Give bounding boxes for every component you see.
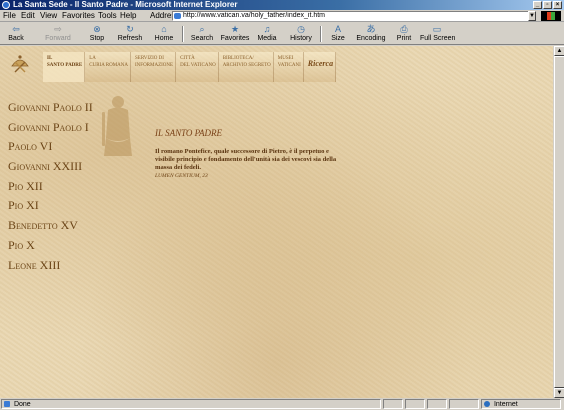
maximize-button[interactable]: ▫ [543, 1, 552, 9]
status-cell-empty [449, 399, 479, 409]
nav-tab-servizio-informazione[interactable]: Servizio di Informazione [131, 52, 177, 82]
title-bar: La Santa Sede - Il Santo Padre - Microso… [0, 0, 564, 10]
address-dropdown-button[interactable]: ▼ [528, 11, 536, 21]
menu-help[interactable]: Help [120, 10, 136, 22]
pope-link-leone-xiii[interactable]: Leone XIII [8, 258, 93, 278]
forward-button[interactable]: ⇨ Forward [42, 24, 74, 44]
security-zone-cell: Internet [481, 399, 561, 409]
toolbar-separator [182, 26, 184, 42]
print-button[interactable]: ⎙ Print [394, 24, 414, 44]
full-screen-button[interactable]: ▭ Full Screen [420, 24, 455, 44]
status-cell-empty [383, 399, 403, 409]
minimize-button[interactable]: _ [533, 1, 542, 9]
window-controls: _ ▫ × [533, 1, 562, 9]
history-icon: ◷ [297, 24, 305, 34]
ie-icon [2, 1, 10, 9]
scroll-thumb[interactable] [554, 56, 564, 388]
nav-tab-musei-vaticani[interactable]: Musei Vaticani [273, 52, 304, 82]
menu-favorites[interactable]: Favorites [62, 10, 95, 22]
status-cell-empty [405, 399, 425, 409]
nav-tab-biblioteca-archivio[interactable]: Biblioteca/ Archivio segreto [218, 52, 274, 82]
address-input[interactable]: http://www.vatican.va/holy_father/index_… [172, 11, 536, 21]
vertical-scrollbar[interactable]: ▲ ▼ [553, 46, 564, 398]
media-button[interactable]: ♫ Media [256, 24, 278, 44]
print-icon: ⎙ [400, 24, 408, 34]
windows-logo-icon [541, 11, 561, 21]
status-text-cell: Done [1, 399, 381, 409]
pope-list: Giovanni Paolo II Giovanni Paolo I Paolo… [8, 100, 93, 277]
page-done-icon [4, 401, 10, 408]
menu-tools[interactable]: Tools [98, 10, 117, 22]
back-button[interactable]: ⇦ Back [2, 24, 30, 44]
saint-peter-statue-image [102, 96, 132, 156]
standard-toolbar: ⇦ Back ⇨ Forward ⊗ Stop ↻ Refresh ⌂ Home… [0, 23, 564, 45]
pope-link-giovanni-paolo-ii[interactable]: Giovanni Paolo II [8, 100, 93, 120]
pope-link-pio-x[interactable]: Pio X [8, 238, 93, 258]
encoding-button[interactable]: あ Encoding [356, 24, 386, 44]
encoding-icon: あ [366, 24, 376, 34]
favorites-button[interactable]: ★ Favorites [220, 24, 250, 44]
scroll-up-button[interactable]: ▲ [554, 46, 564, 56]
home-button[interactable]: ⌂ Home [152, 24, 176, 44]
menu-view[interactable]: View [40, 10, 57, 22]
page-title: IL SANTO PADRE [155, 128, 223, 138]
vatican-seal-icon[interactable] [6, 52, 34, 76]
quote-source: LUMEN GENTIUM, 23 [155, 173, 208, 179]
nav-tab-ricerca[interactable]: Ricerca [303, 52, 337, 82]
home-icon: ⌂ [161, 24, 167, 34]
text-size-icon: A [334, 24, 341, 34]
pope-link-paolo-vi[interactable]: Paolo VI [8, 139, 93, 159]
pope-link-giovanni-xxiii[interactable]: Giovanni XXIII [8, 159, 93, 179]
refresh-icon: ↻ [126, 24, 134, 34]
nav-tab-curia-romana[interactable]: La Curia Romana [85, 52, 132, 82]
stop-button[interactable]: ⊗ Stop [86, 24, 108, 44]
window-title: La Santa Sede - Il Santo Padre - Microso… [13, 0, 238, 9]
search-button[interactable]: ⌕ Search [188, 24, 216, 44]
toolbar-separator [320, 26, 322, 42]
menu-bar: File Edit View Favorites Tools Help Addr… [0, 10, 564, 22]
back-arrow-icon: ⇦ [12, 24, 20, 34]
menu-edit[interactable]: Edit [21, 10, 35, 22]
pope-link-benedetto-xv[interactable]: Benedetto XV [8, 218, 93, 238]
nav-tab-citta-vaticano[interactable]: Città del Vaticano [176, 52, 219, 82]
status-text: Done [13, 401, 31, 408]
nav-tab-santo-padre[interactable]: Il Santo Padre [43, 52, 86, 82]
close-button[interactable]: × [553, 1, 562, 9]
scroll-down-button[interactable]: ▼ [554, 388, 564, 398]
search-icon: ⌕ [199, 24, 205, 34]
status-cell-empty [427, 399, 447, 409]
favorites-star-icon: ★ [230, 24, 240, 34]
site-nav: Il Santo Padre La Curia Romana Servizio … [43, 52, 337, 82]
internet-globe-icon [484, 401, 490, 408]
status-bar: Done Internet [0, 398, 564, 410]
menu-file[interactable]: File [3, 10, 16, 22]
page-content: Il Santo Padre La Curia Romana Servizio … [0, 46, 553, 398]
security-zone: Internet [493, 401, 518, 408]
full-screen-icon: ▭ [432, 24, 442, 34]
pope-link-pio-xii[interactable]: Pio XII [8, 179, 93, 199]
pope-link-giovanni-paolo-i[interactable]: Giovanni Paolo I [8, 120, 93, 140]
stop-icon: ⊗ [93, 24, 101, 34]
page-icon [174, 13, 181, 19]
text-size-button[interactable]: A Size [328, 24, 348, 44]
media-icon: ♫ [263, 24, 271, 34]
pope-link-pio-xi[interactable]: Pio XI [8, 198, 93, 218]
refresh-button[interactable]: ↻ Refresh [116, 24, 144, 44]
quote-text: Il romano Pontefice, quale successore di… [155, 148, 337, 171]
address-url: http://www.vatican.va/holy_father/index_… [183, 12, 326, 19]
history-button[interactable]: ◷ History [288, 24, 314, 44]
forward-arrow-icon: ⇨ [54, 24, 62, 34]
